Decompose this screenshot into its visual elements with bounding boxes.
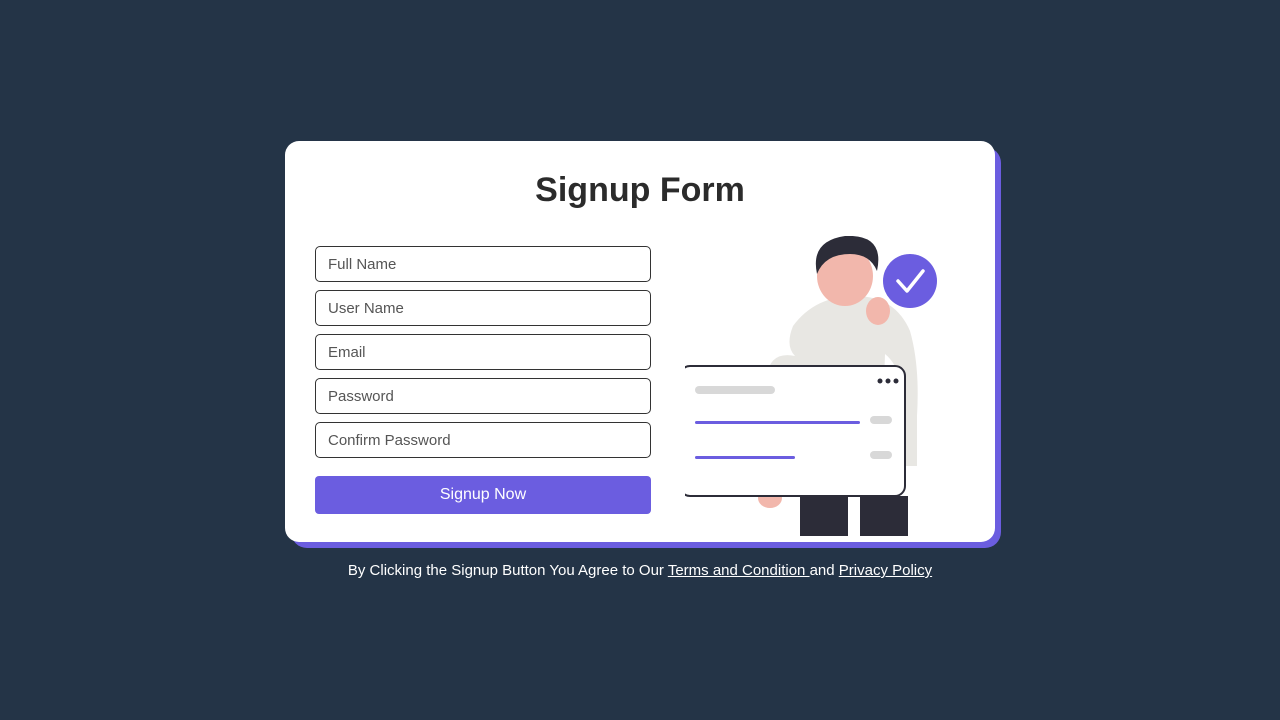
full-name-input[interactable]: [315, 246, 651, 282]
password-input[interactable]: [315, 378, 651, 414]
signup-card: Signup Form Signup Now: [285, 141, 995, 542]
email-input[interactable]: [315, 334, 651, 370]
footer-middle: and: [810, 562, 839, 579]
footer-text: By Clicking the Signup Button You Agree …: [348, 562, 932, 579]
form-column: Signup Now: [315, 246, 651, 514]
signup-card-wrap: Signup Form Signup Now: [285, 141, 995, 542]
check-badge-icon: [883, 254, 937, 308]
signup-illustration: [685, 236, 975, 536]
form-content: Signup Now: [315, 246, 965, 514]
footer-prefix: By Clicking the Signup Button You Agree …: [348, 562, 668, 579]
panel-illustration-icon: [685, 366, 905, 496]
terms-link[interactable]: Terms and Condition: [668, 562, 810, 579]
signup-button[interactable]: Signup Now: [315, 476, 651, 514]
illustration-column: [691, 246, 965, 514]
user-name-input[interactable]: [315, 290, 651, 326]
form-title: Signup Form: [315, 171, 965, 210]
privacy-link[interactable]: Privacy Policy: [839, 562, 932, 579]
confirm-password-input[interactable]: [315, 422, 651, 458]
